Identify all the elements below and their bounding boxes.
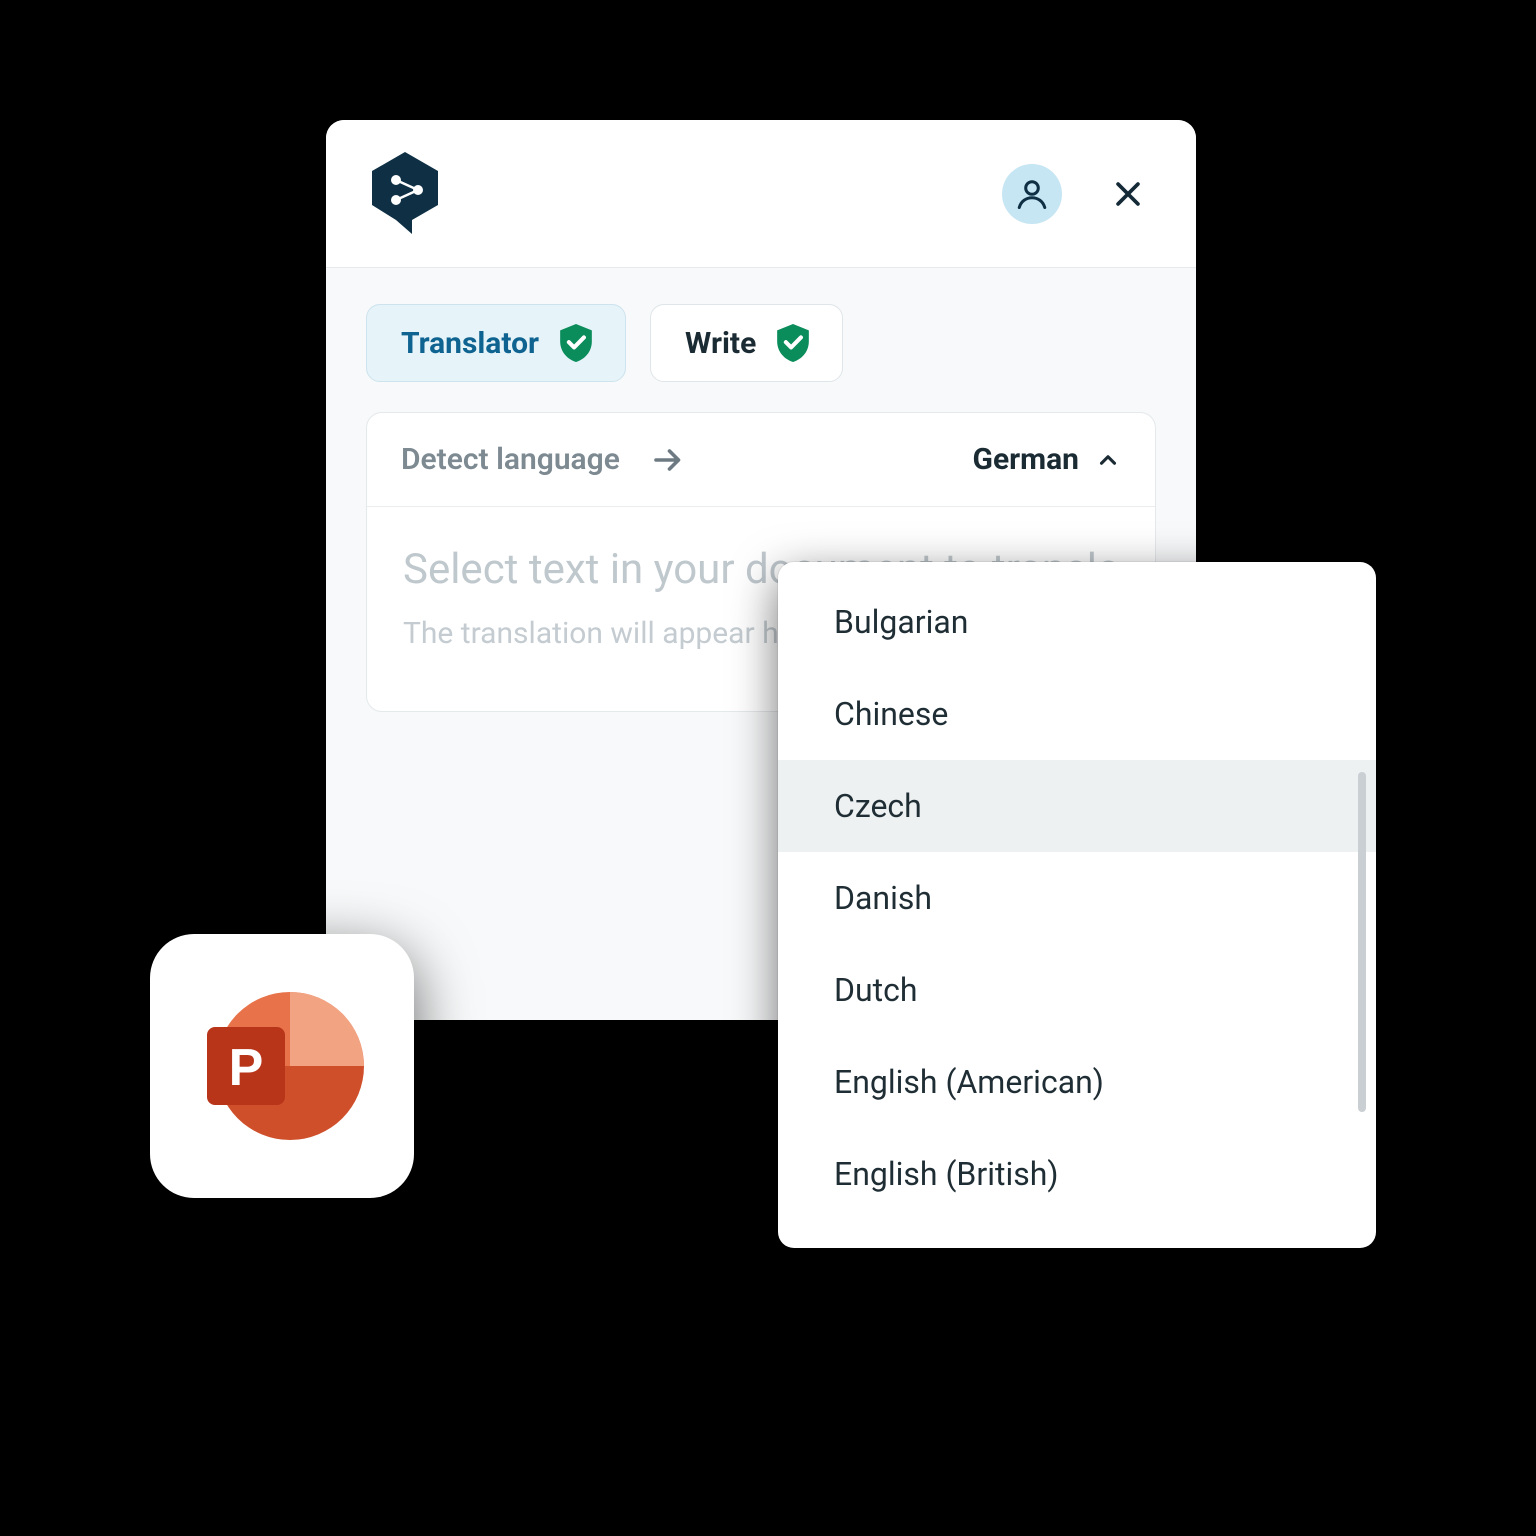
source-language-select[interactable]: Detect language	[401, 442, 620, 477]
dropdown-item-label: Danish	[834, 879, 932, 917]
dropdown-item-label: English (British)	[834, 1155, 1059, 1193]
dropdown-item-label: Bulgarian	[834, 603, 968, 641]
dropdown-item-label: Dutch	[834, 971, 917, 1009]
dropdown-item[interactable]: Bulgarian	[778, 576, 1376, 668]
language-bar: Detect language German	[367, 413, 1155, 507]
header-right	[1002, 164, 1150, 224]
deepl-logo	[366, 150, 444, 238]
tabs-row: Translator Write	[326, 268, 1196, 412]
tab-translator-label: Translator	[401, 326, 539, 361]
target-language-select[interactable]: German	[973, 442, 1122, 477]
panel-header	[326, 120, 1196, 268]
tab-write[interactable]: Write	[650, 304, 843, 382]
tab-write-label: Write	[685, 326, 756, 361]
dropdown-item[interactable]: Dutch	[778, 944, 1376, 1036]
powerpoint-letter: P	[229, 1039, 264, 1097]
dropdown-scrollbar[interactable]	[1358, 772, 1366, 1112]
arrow-right-icon	[648, 440, 688, 480]
user-avatar[interactable]	[1002, 164, 1062, 224]
chevron-up-icon	[1095, 447, 1121, 473]
dropdown-item-label: English (American)	[834, 1063, 1104, 1101]
dropdown-item-label: Chinese	[834, 695, 948, 733]
dropdown-item[interactable]: English (American)	[778, 1036, 1376, 1128]
powerpoint-icon: P	[199, 983, 365, 1149]
dropdown-item[interactable]: Chinese	[778, 668, 1376, 760]
target-language-label: German	[973, 442, 1080, 477]
tab-translator[interactable]: Translator	[366, 304, 626, 382]
close-button[interactable]	[1106, 172, 1150, 216]
powerpoint-app-tile[interactable]: P	[150, 934, 414, 1198]
shield-check-icon	[557, 322, 595, 364]
shield-check-icon	[774, 322, 812, 364]
dropdown-item[interactable]: Danish	[778, 852, 1376, 944]
dropdown-item[interactable]: English (British)	[778, 1128, 1376, 1220]
dropdown-item-label: Czech	[834, 787, 922, 825]
dropdown-item[interactable]: Czech	[778, 760, 1376, 852]
target-language-dropdown[interactable]: Bulgarian Chinese Czech Danish Dutch Eng…	[778, 562, 1376, 1248]
